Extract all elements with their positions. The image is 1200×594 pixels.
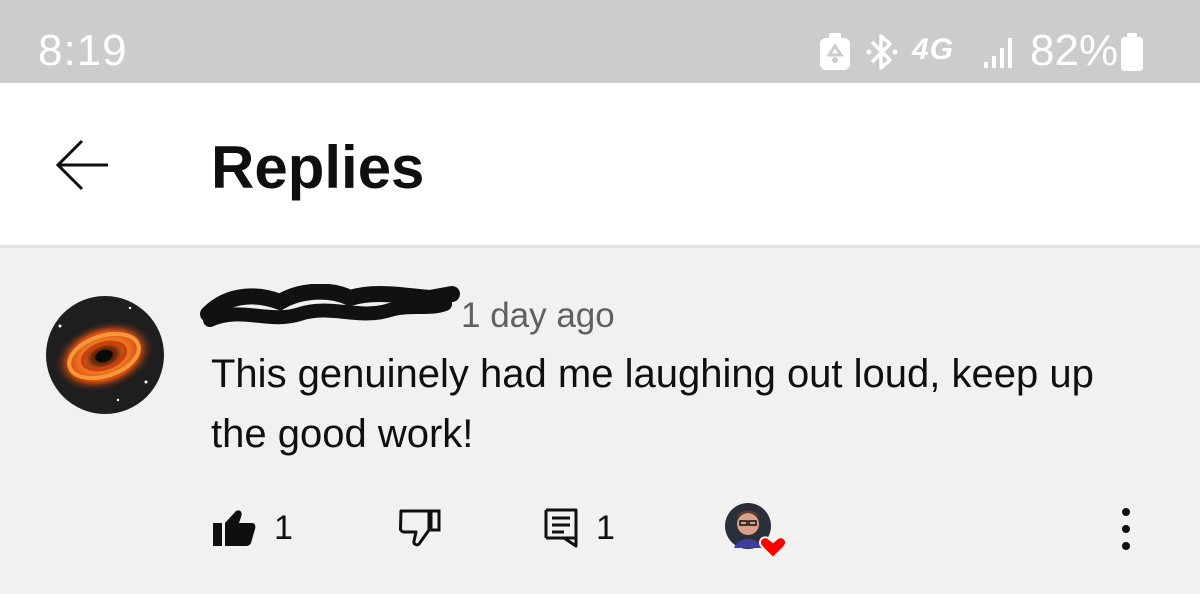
reply-count: 1 bbox=[596, 509, 615, 547]
more-vert-icon[interactable] bbox=[1106, 504, 1146, 554]
like-count: 1 bbox=[274, 509, 293, 547]
battery-percent: 82% bbox=[1030, 26, 1119, 75]
dislike-button[interactable] bbox=[398, 498, 442, 558]
page-title: Replies bbox=[211, 134, 425, 201]
redacted-username bbox=[200, 284, 460, 327]
like-button[interactable]: 1 bbox=[212, 498, 293, 558]
comment-item: 1 day ago This genuinely had me laughing… bbox=[0, 248, 1200, 594]
reply-button[interactable]: 1 bbox=[544, 498, 615, 558]
battery-icon bbox=[1121, 33, 1143, 71]
recycle-icon bbox=[820, 33, 850, 70]
dislike-icon bbox=[398, 509, 441, 547]
network-type: 4G bbox=[912, 33, 955, 66]
avatar[interactable] bbox=[46, 296, 164, 414]
comment-text: This genuinely had me laughing out loud,… bbox=[211, 352, 1094, 456]
signal-icon bbox=[984, 38, 1012, 68]
back-arrow-icon[interactable] bbox=[52, 135, 112, 195]
status-bar: 8:19 4G 82% bbox=[0, 0, 1200, 83]
creator-heart-icon bbox=[725, 503, 788, 560]
comment-actions: 1 1 bbox=[0, 498, 1200, 560]
status-time: 8:19 bbox=[38, 26, 128, 75]
reply-icon bbox=[544, 508, 578, 548]
replies-header: Replies bbox=[0, 83, 1200, 248]
like-icon bbox=[213, 510, 256, 546]
bluetooth-icon bbox=[866, 34, 898, 70]
comment-timestamp: 1 day ago bbox=[461, 296, 615, 335]
